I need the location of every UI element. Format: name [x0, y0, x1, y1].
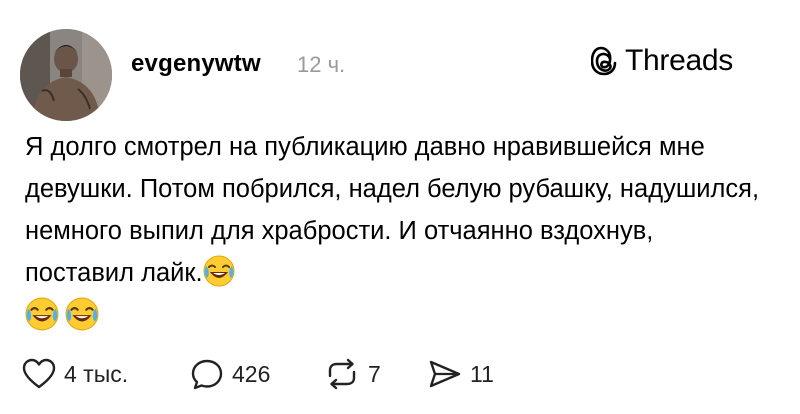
username[interactable]: evgenywtw	[131, 50, 261, 78]
threads-logo-icon	[591, 46, 617, 76]
heart-icon	[22, 358, 56, 389]
post-time: 12 ч.	[297, 52, 346, 77]
comment-button[interactable]: 426	[190, 358, 324, 390]
post-body: Я долго смотрел на публикацию давно нрав…	[25, 133, 760, 287]
repost-button[interactable]: 7	[324, 358, 428, 390]
send-arrow-icon	[429, 360, 461, 388]
joy-emoji-icon	[65, 297, 99, 331]
comment-bubble-icon	[191, 359, 223, 390]
joy-emoji-icon	[202, 255, 235, 287]
share-button[interactable]: 11	[428, 358, 494, 390]
like-button[interactable]: 4 тыс.	[22, 358, 190, 390]
share-count: 11	[470, 360, 494, 387]
threads-brand: Threads	[591, 44, 733, 78]
post-text: Я долго смотрел на публикацию давно нрав…	[25, 126, 765, 294]
emoji-row	[25, 297, 99, 331]
comment-count: 426	[232, 360, 271, 387]
repost-count: 7	[368, 360, 381, 387]
brand-label: Threads	[625, 44, 733, 77]
avatar[interactable]	[20, 29, 112, 121]
joy-emoji-icon	[25, 297, 59, 331]
action-bar: 4 тыс. 426 7 11	[22, 358, 494, 390]
repost-arrows-icon	[328, 358, 356, 390]
like-count: 4 тыс.	[64, 360, 129, 387]
